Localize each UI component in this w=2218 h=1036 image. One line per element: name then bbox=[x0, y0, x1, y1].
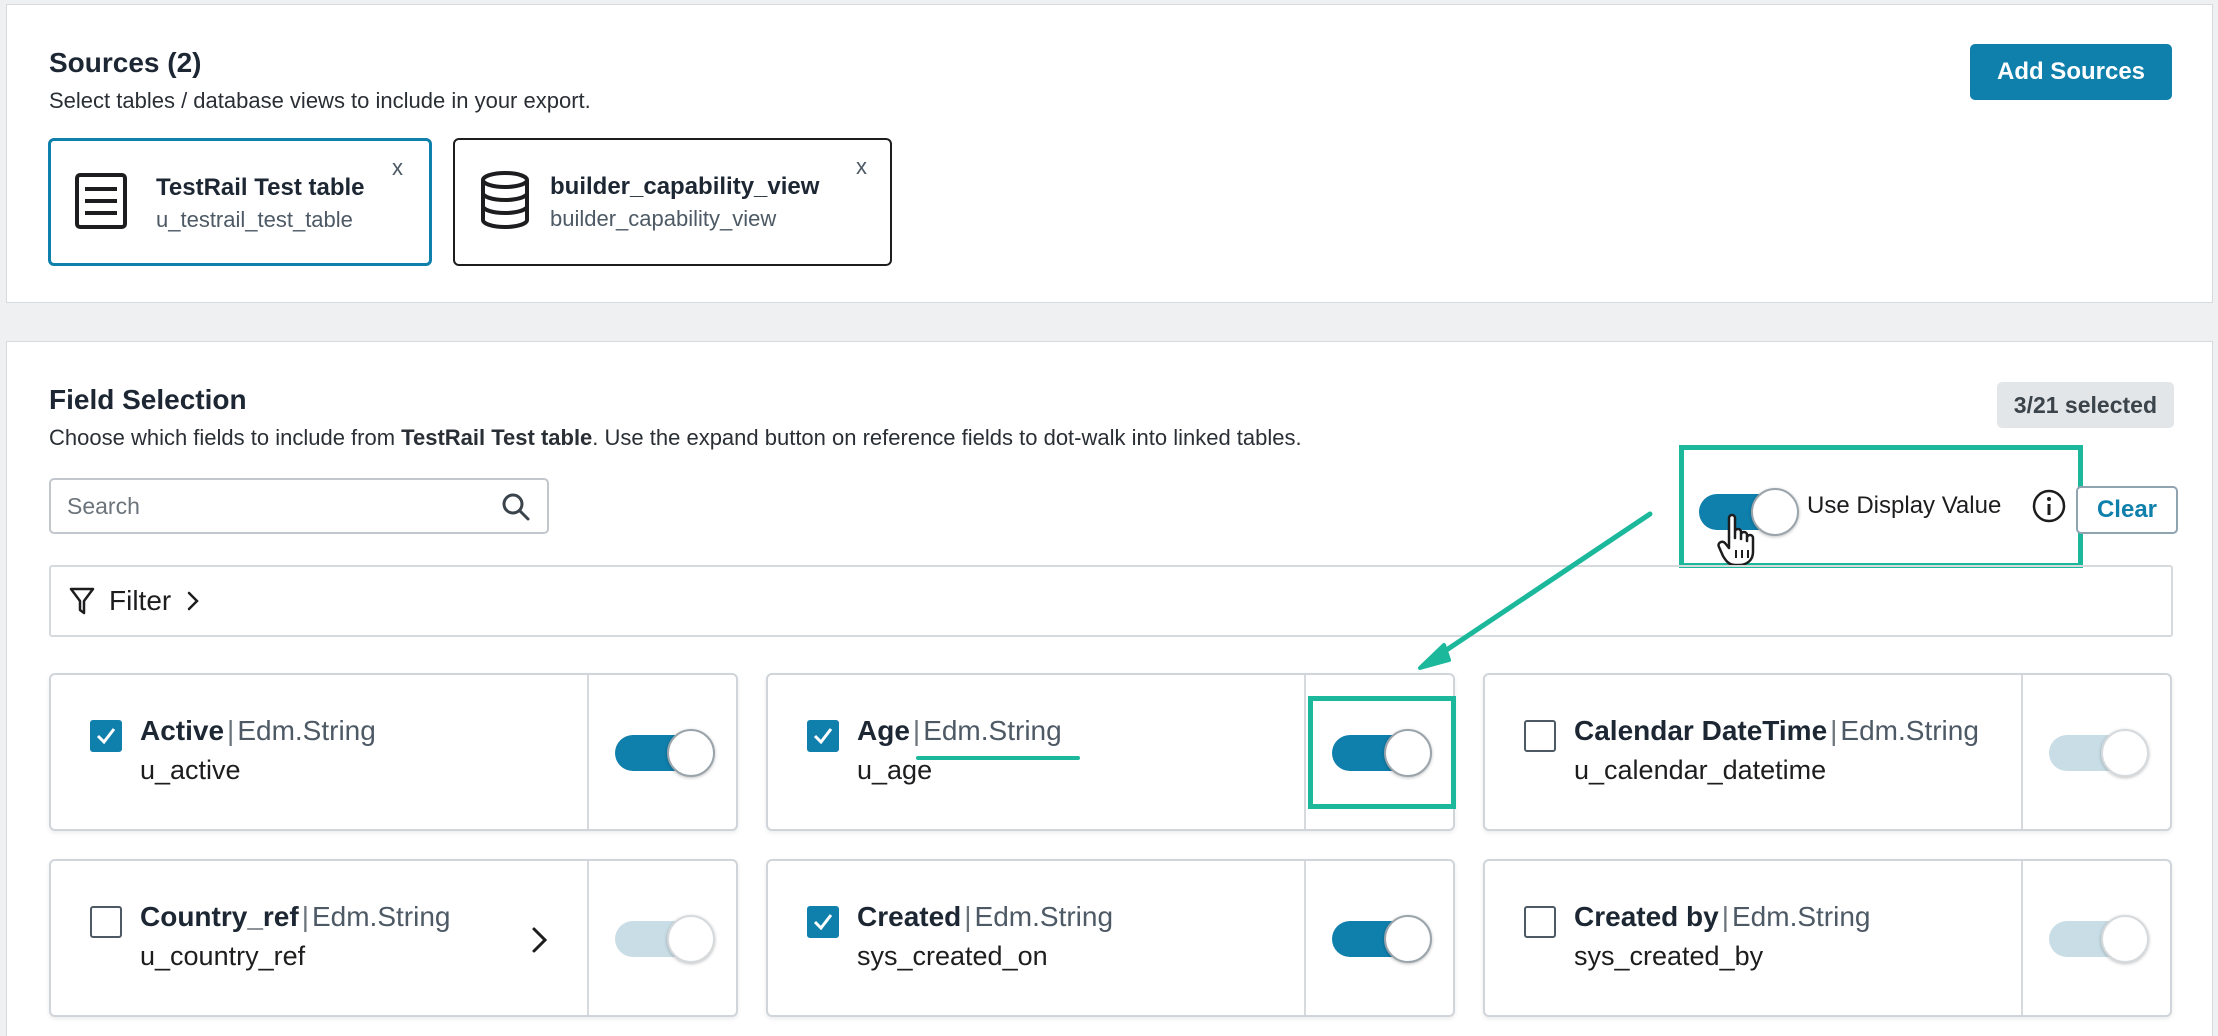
field-checkbox[interactable] bbox=[90, 906, 122, 938]
field-checkbox[interactable] bbox=[1524, 720, 1556, 752]
toggle-knob bbox=[2101, 915, 2149, 963]
field-type: Edm.String bbox=[1732, 901, 1871, 932]
checkmark-icon bbox=[813, 914, 833, 931]
search-field[interactable] bbox=[49, 478, 549, 534]
sources-panel: Sources (2) Select tables / database vie… bbox=[6, 4, 2213, 303]
field-key: u_active bbox=[140, 755, 241, 785]
field-name: Age bbox=[857, 715, 910, 746]
search-icon[interactable] bbox=[501, 492, 531, 522]
field-name: Active bbox=[140, 715, 225, 746]
filter-icon bbox=[69, 587, 95, 615]
field-name: Calendar DateTime bbox=[1574, 715, 1828, 746]
annotation-underline bbox=[916, 756, 1080, 760]
toggle-knob bbox=[2101, 729, 2149, 777]
remove-source-button[interactable]: x bbox=[856, 154, 867, 180]
field-checkbox[interactable] bbox=[807, 720, 839, 752]
field-card-created[interactable]: Created | Edm.String sys_created_on bbox=[766, 859, 1455, 1017]
field-name: Created by bbox=[1574, 901, 1719, 932]
field-card-age[interactable]: Age | Edm.String u_age bbox=[766, 673, 1456, 831]
field-checkbox[interactable] bbox=[807, 906, 839, 938]
database-icon bbox=[481, 171, 529, 229]
field-label: Active | Edm.String bbox=[140, 715, 376, 747]
checkmark-icon bbox=[96, 728, 116, 745]
field-name: Created bbox=[857, 901, 962, 932]
field-card-country-ref[interactable]: Country_ref | Edm.String u_country_ref bbox=[49, 859, 738, 1017]
source-card-title: builder_capability_view bbox=[550, 173, 820, 200]
subtitle-table-name: TestRail Test table bbox=[401, 425, 593, 450]
display-value-toggle[interactable] bbox=[2049, 915, 2149, 963]
field-card-created-by[interactable]: Created by | Edm.String sys_created_by bbox=[1483, 859, 2172, 1017]
field-type: Edm.String bbox=[923, 715, 1062, 746]
source-card-testrail[interactable]: TestRail Test table u_testrail_test_tabl… bbox=[48, 138, 432, 266]
field-key: sys_created_by bbox=[1574, 941, 1764, 971]
selected-count-badge: 3/21 selected bbox=[1996, 382, 2174, 428]
field-key: sys_created_on bbox=[857, 941, 1048, 971]
search-input[interactable] bbox=[67, 492, 487, 520]
field-label: Country_ref | Edm.String bbox=[140, 901, 450, 933]
field-selection-subtitle: Choose which fields to include from Test… bbox=[49, 425, 1302, 451]
separator: | bbox=[964, 901, 972, 932]
table-list-icon bbox=[75, 173, 127, 229]
source-card-subtitle: u_testrail_test_table bbox=[156, 207, 353, 232]
field-label: Age | Edm.String bbox=[857, 715, 1062, 747]
source-card-builder[interactable]: builder_capability_view builder_capabili… bbox=[453, 138, 892, 266]
field-label: Created by | Edm.String bbox=[1574, 901, 1871, 933]
divider bbox=[2021, 861, 2023, 1015]
field-type: Edm.String bbox=[1840, 715, 1979, 746]
field-type: Edm.String bbox=[237, 715, 376, 746]
toggle-knob bbox=[667, 729, 715, 777]
toggle-knob bbox=[1384, 915, 1432, 963]
expand-chevron-icon[interactable] bbox=[529, 924, 551, 956]
field-label: Calendar DateTime | Edm.String bbox=[1574, 715, 1979, 747]
sources-subtitle: Select tables / database views to includ… bbox=[49, 88, 591, 113]
filter-bar[interactable]: Filter bbox=[49, 565, 2173, 637]
field-key: u_calendar_datetime bbox=[1574, 755, 1827, 785]
sources-title: Sources (2) bbox=[49, 47, 202, 78]
field-selection-panel: Field Selection Choose which fields to i… bbox=[6, 341, 2213, 1036]
filter-label: Filter bbox=[109, 585, 172, 616]
source-card-title: TestRail Test table bbox=[156, 174, 365, 201]
display-value-toggle[interactable] bbox=[615, 915, 715, 963]
field-selection-title: Field Selection bbox=[49, 384, 247, 415]
subtitle-text: Choose which fields to include from bbox=[49, 425, 402, 450]
divider bbox=[587, 861, 589, 1015]
clear-button[interactable]: Clear bbox=[2076, 486, 2178, 534]
display-value-toggle[interactable] bbox=[615, 729, 715, 777]
field-card-active[interactable]: Active | Edm.String u_active bbox=[49, 673, 738, 831]
toggle-knob bbox=[667, 915, 715, 963]
field-type: Edm.String bbox=[974, 901, 1114, 932]
subtitle-text: . Use the expand button on reference fie… bbox=[592, 425, 1302, 450]
hand-cursor-icon bbox=[1717, 513, 1755, 567]
divider bbox=[1304, 675, 1306, 829]
add-sources-button[interactable]: Add Sources bbox=[1970, 44, 2172, 100]
field-checkbox[interactable] bbox=[1524, 906, 1556, 938]
separator: | bbox=[1721, 901, 1729, 932]
remove-source-button[interactable]: x bbox=[392, 155, 403, 181]
separator: | bbox=[912, 715, 921, 746]
separator: | bbox=[1830, 715, 1838, 746]
separator: | bbox=[301, 901, 309, 932]
field-label: Created | Edm.String bbox=[857, 901, 1113, 933]
separator: | bbox=[227, 715, 235, 746]
display-value-toggle[interactable] bbox=[1332, 915, 1432, 963]
divider bbox=[2021, 675, 2023, 829]
chevron-right-icon bbox=[187, 591, 200, 611]
field-key: u_age bbox=[857, 755, 933, 785]
field-key: u_country_ref bbox=[140, 941, 306, 971]
annotation-highlight-box bbox=[1308, 696, 1456, 809]
display-value-toggle[interactable] bbox=[2049, 729, 2149, 777]
field-card-calendar-datetime[interactable]: Calendar DateTime | Edm.String u_calendar_… bbox=[1483, 673, 2172, 831]
field-type: Edm.String bbox=[311, 901, 451, 932]
checkmark-icon bbox=[813, 728, 833, 745]
field-name: Country_ref bbox=[140, 901, 299, 932]
field-checkbox[interactable] bbox=[90, 720, 122, 752]
source-card-subtitle: builder_capability_view bbox=[550, 206, 777, 231]
divider bbox=[587, 675, 589, 829]
divider bbox=[1304, 861, 1306, 1015]
